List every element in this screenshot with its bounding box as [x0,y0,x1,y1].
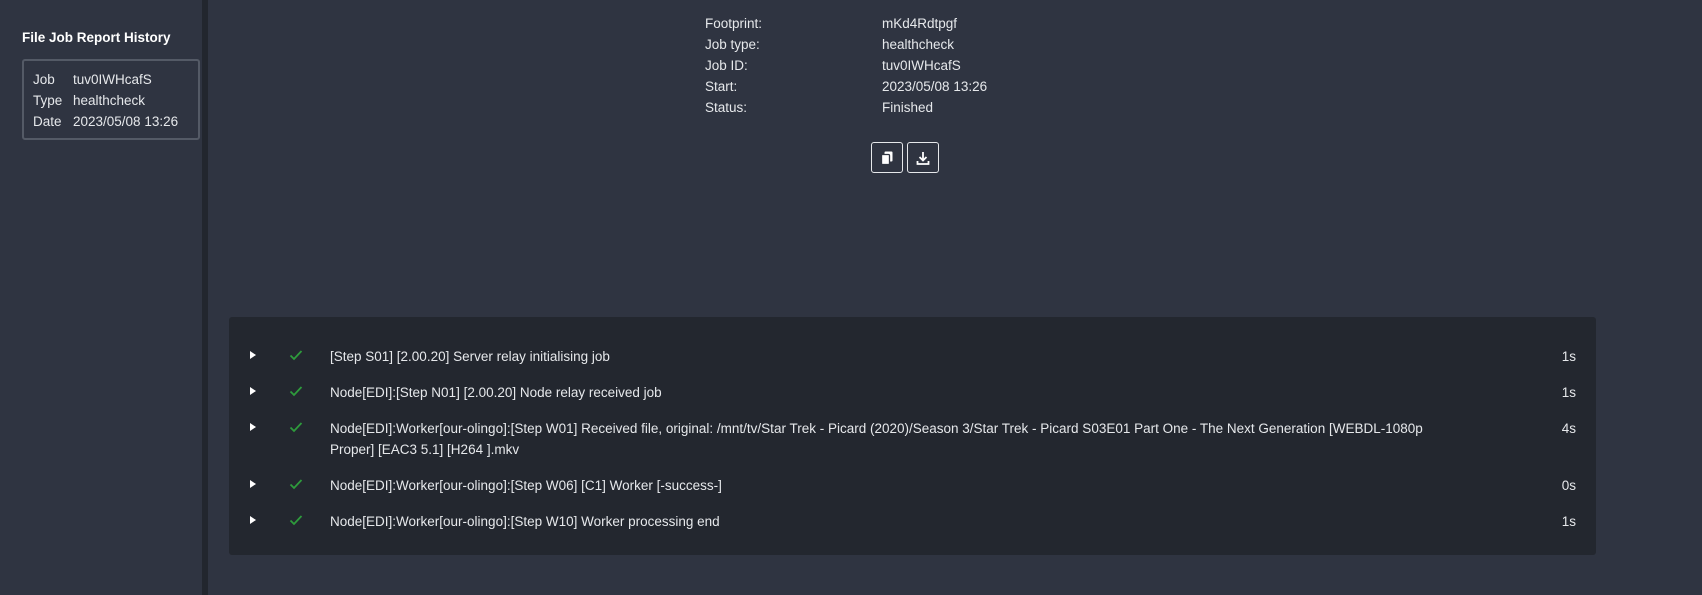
history-type-label: Type [33,93,63,108]
history-date-row: Date 2023/05/08 13:26 [33,114,178,129]
success-check-icon [289,421,303,436]
log-duration: 1s [1561,514,1576,529]
info-job-type-row: Job type: healthcheck [705,37,954,52]
info-start-value: 2023/05/08 13:26 [882,79,988,94]
expand-caret-icon[interactable] [250,480,256,488]
main-content: Footprint: mKd4Rdtpgf Job type: healthchec… [214,0,1702,595]
download-icon [915,150,931,166]
log-message: Node[EDI]:Worker[our-olingo]:[Step W01] … [330,421,1423,457]
history-date-value: 2023/05/08 13:26 [73,114,179,129]
history-type-row: Type healthcheck [33,93,145,108]
info-status-value: Finished [882,100,934,115]
info-start-row: Start: 2023/05/08 13:26 [705,79,987,94]
download-report-button[interactable] [907,142,939,173]
history-job-value: tuv0IWHcafS [73,72,152,87]
success-check-icon [289,385,303,400]
info-status-row: Status: Finished [705,100,933,115]
log-message: Node[EDI]:[Step N01] [2.00.20] Node rela… [330,385,662,400]
history-job-label: Job [33,72,55,87]
info-job-type-value: healthcheck [882,37,955,52]
info-start-label: Start: [705,79,738,94]
history-type-value: healthcheck [73,93,146,108]
expand-caret-icon[interactable] [250,387,256,395]
sidebar-title: File Job Report History [22,30,171,45]
log-duration: 1s [1561,349,1576,364]
info-job-type-label: Job type: [705,37,760,52]
job-log-panel: [Step S01] [2.00.20] Server relay initia… [229,317,1596,555]
expand-caret-icon[interactable] [250,351,256,359]
success-check-icon [289,349,303,364]
info-footprint-row: Footprint: mKd4Rdtpgf [705,16,957,31]
log-duration: 4s [1561,421,1576,436]
info-job-id-row: Job ID: tuv0IWHcafS [705,58,961,73]
log-duration: 0s [1561,478,1576,493]
history-job-row: Job tuv0IWHcafS [33,72,152,87]
expand-caret-icon[interactable] [250,516,256,524]
info-status-label: Status: [705,100,748,115]
info-footprint-value: mKd4Rdtpgf [882,16,958,31]
log-message: Node[EDI]:Worker[our-olingo]:[Step W10] … [330,514,720,529]
expand-caret-icon[interactable] [250,423,256,431]
success-check-icon [289,514,303,529]
copy-report-button[interactable] [871,142,903,173]
log-message: Node[EDI]:Worker[our-olingo]:[Step W06] … [330,478,722,493]
log-duration: 1s [1561,385,1576,400]
history-card[interactable]: Job tuv0IWHcafS Type healthcheck Date 2023/… [22,59,200,140]
copy-icon [879,150,895,166]
info-footprint-label: Footprint: [705,16,763,31]
sidebar: File Job Report History Job tuv0IWHcafS T… [0,0,208,595]
success-check-icon [289,478,303,493]
log-message: [Step S01] [2.00.20] Server relay initia… [330,349,610,364]
history-date-label: Date [33,114,62,129]
info-job-id-value: tuv0IWHcafS [882,58,961,73]
info-job-id-label: Job ID: [705,58,748,73]
